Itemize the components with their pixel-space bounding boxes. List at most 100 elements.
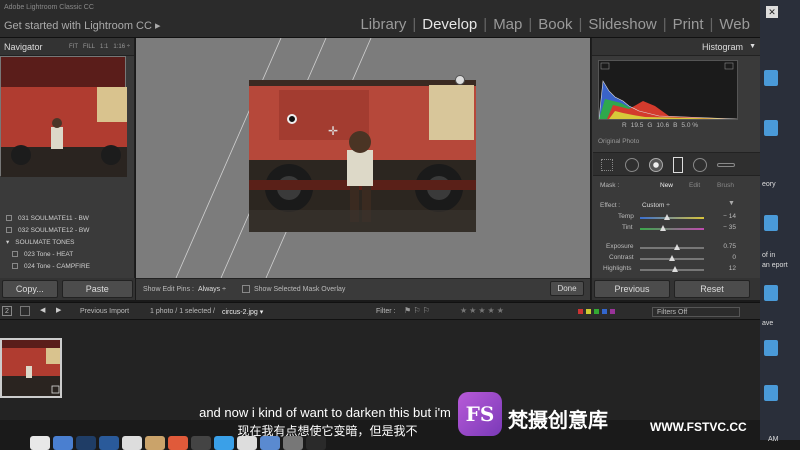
slider-value: 12 xyxy=(728,265,736,272)
paste-button[interactable]: Paste xyxy=(61,280,133,298)
folder-icon[interactable] xyxy=(764,385,778,401)
flag-filter-icon[interactable]: ⚑ ⚐ ⚐ xyxy=(404,306,430,315)
effect-collapse-icon[interactable]: ▼ xyxy=(728,200,735,207)
temp-slider[interactable]: Temp − 14 xyxy=(600,213,740,223)
back-arrow-icon[interactable]: ◀ xyxy=(40,306,45,314)
star-filter-icon[interactable]: ★★★★★ xyxy=(460,306,506,315)
grid-view-icon[interactable] xyxy=(20,306,30,316)
forward-arrow-icon[interactable]: ▶ xyxy=(56,306,61,314)
folder-icon[interactable] xyxy=(764,285,778,301)
module-develop[interactable]: Develop xyxy=(416,16,483,33)
desktop-label: an eport xyxy=(762,262,788,269)
watermark-url: WWW.FSTVC.CC xyxy=(650,420,747,434)
folder-icon[interactable] xyxy=(764,215,778,231)
slider-track xyxy=(640,247,704,249)
mask-overlay-checkbox[interactable] xyxy=(242,285,250,293)
done-button[interactable]: Done xyxy=(550,281,584,296)
app-store-icon[interactable] xyxy=(214,436,234,450)
filter-pin-icon[interactable] xyxy=(455,75,465,85)
previous-button[interactable]: Previous xyxy=(594,280,670,298)
slider-thumb[interactable] xyxy=(663,214,670,220)
graduated-filter-icon[interactable] xyxy=(673,157,683,173)
module-print[interactable]: Print xyxy=(667,16,710,33)
copy-button[interactable]: Copy... xyxy=(2,280,58,298)
module-picker: Library | Develop | Map | Book | Slideshow | … xyxy=(354,16,756,33)
histogram-header[interactable]: Histogram ▼ xyxy=(592,38,760,56)
notes-icon[interactable] xyxy=(145,436,165,450)
get-started-link[interactable]: Get started with Lightroom CC ▸ xyxy=(4,19,161,32)
tint-slider[interactable]: Tint − 35 xyxy=(600,224,740,234)
effect-select[interactable]: Custom ÷ xyxy=(642,202,670,209)
exposure-slider[interactable]: Exposure 0.75 xyxy=(600,243,740,253)
folder-icon[interactable] xyxy=(764,70,778,86)
app-icon[interactable] xyxy=(191,436,211,450)
navigator-header[interactable]: Navigator FIT FILL 1:1 1:16 ÷ xyxy=(0,38,134,56)
original-photo-label: Original Photo xyxy=(598,138,640,145)
slider-thumb[interactable] xyxy=(672,266,679,272)
slider-value: − 35 xyxy=(723,224,736,231)
preset-item[interactable]: 023 Tone - HEAT xyxy=(0,248,135,260)
crop-tool-icon[interactable] xyxy=(601,159,613,171)
slider-thumb[interactable] xyxy=(660,225,667,231)
histogram-graph[interactable] xyxy=(598,60,738,120)
close-icon[interactable]: ✕ xyxy=(766,6,778,18)
photo-count: 1 photo / 1 selected / xyxy=(150,308,215,315)
photoshop-icon[interactable] xyxy=(99,436,119,450)
zoom-fill[interactable]: FILL xyxy=(83,44,95,50)
calendar-icon[interactable] xyxy=(122,436,142,450)
edit-pins-select[interactable]: Always ÷ xyxy=(198,286,226,293)
slider-thumb[interactable] xyxy=(669,255,675,261)
filmstrip-thumbnail[interactable] xyxy=(0,338,62,398)
presets-list: 031 SOULMATE11 - BW 032 SOULMATE12 - BW … xyxy=(0,212,135,272)
previous-import-label[interactable]: Previous Import xyxy=(80,308,129,315)
app-icon[interactable] xyxy=(237,436,257,450)
navigator-preview[interactable] xyxy=(0,56,127,177)
app-icon[interactable] xyxy=(168,436,188,450)
module-book[interactable]: Book xyxy=(532,16,578,33)
app-icon[interactable] xyxy=(260,436,280,450)
radial-filter-icon[interactable] xyxy=(693,158,707,172)
mask-brush-button[interactable]: Brush xyxy=(717,182,734,189)
module-slideshow[interactable]: Slideshow xyxy=(582,16,662,33)
zoom-fit[interactable]: FIT xyxy=(69,44,78,50)
preset-item[interactable]: 024 Tone - CAMPFIRE xyxy=(0,260,135,272)
module-map[interactable]: Map xyxy=(487,16,528,33)
folder-icon[interactable] xyxy=(764,340,778,356)
photo[interactable] xyxy=(249,80,476,232)
filters-off-select[interactable]: Filters Off xyxy=(652,307,740,317)
app-icon[interactable] xyxy=(306,436,326,450)
app-icon[interactable] xyxy=(53,436,73,450)
slider-label: Exposure xyxy=(606,243,634,250)
video-subtitles: and now i kind of want to darken this bu… xyxy=(0,405,760,439)
filename-dropdown[interactable]: circus-2.jpg ▾ xyxy=(222,308,263,316)
preset-folder[interactable]: ▾ SOULMATE TONES xyxy=(0,236,135,248)
filter-pin-icon[interactable] xyxy=(287,114,297,124)
mask-edit-button[interactable]: Edit xyxy=(689,182,700,189)
lightroom-icon[interactable] xyxy=(76,436,96,450)
preset-item[interactable]: 031 SOULMATE11 - BW xyxy=(0,212,135,224)
rgb-readout: R 19.5 G 10.6 B 5.0 % xyxy=(622,122,699,129)
zoom-1-1[interactable]: 1:1 xyxy=(100,44,108,50)
mask-new-button[interactable]: New xyxy=(660,182,673,189)
filter-label: Filter : xyxy=(376,308,396,315)
slider-thumb[interactable] xyxy=(674,244,681,250)
contrast-slider[interactable]: Contrast 0 xyxy=(600,254,740,264)
module-library[interactable]: Library xyxy=(354,16,412,33)
color-filter-icon[interactable] xyxy=(578,309,615,314)
finder-icon[interactable] xyxy=(30,436,50,450)
desktop-label: of in xyxy=(762,252,776,259)
mac-dock xyxy=(30,436,740,450)
page-indicator[interactable]: 2 xyxy=(2,306,12,316)
red-eye-icon[interactable] xyxy=(649,158,663,172)
module-web[interactable]: Web xyxy=(713,16,756,33)
reset-button[interactable]: Reset xyxy=(674,280,750,298)
desktop-label: eory xyxy=(762,181,776,188)
brush-tool-icon[interactable] xyxy=(717,163,735,167)
preset-item[interactable]: 032 SOULMATE12 - BW xyxy=(0,224,135,236)
module-bar: Adobe Lightroom Classic CC Get started w… xyxy=(0,0,760,38)
zoom-1-16[interactable]: 1:16 ÷ xyxy=(113,44,130,50)
folder-icon[interactable] xyxy=(764,120,778,136)
spot-removal-icon[interactable] xyxy=(625,158,639,172)
highlights-slider[interactable]: Highlights 12 xyxy=(600,265,740,275)
settings-icon[interactable] xyxy=(283,436,303,450)
